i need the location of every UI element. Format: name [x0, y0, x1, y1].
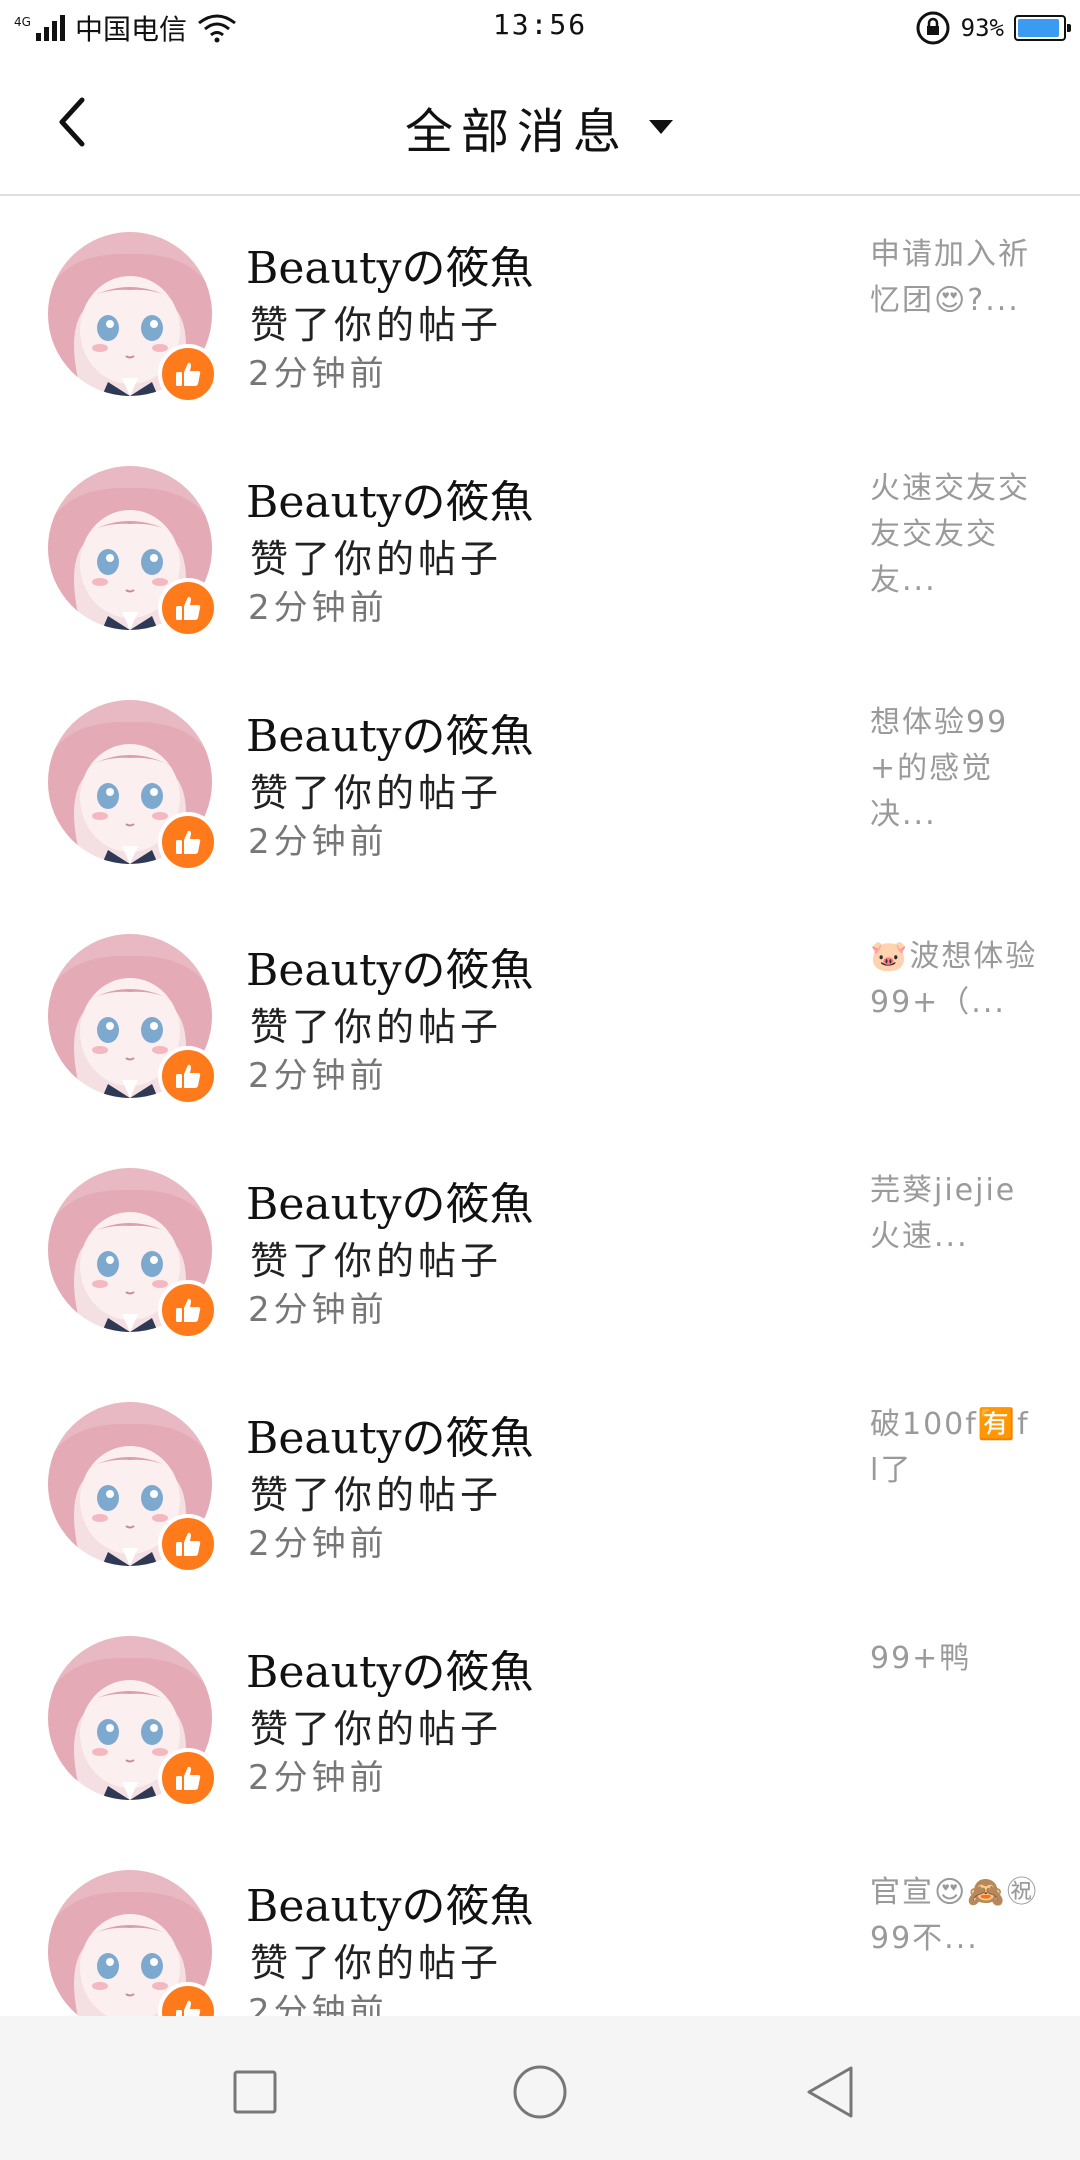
- message-sender-name[interactable]: Beautyの筱魚: [246, 700, 533, 764]
- like-badge: [158, 1514, 218, 1574]
- header: 全部消息: [0, 56, 1080, 196]
- message-action-text: 赞了你的帖子: [250, 303, 503, 347]
- thumbs-up-icon: [176, 1532, 201, 1556]
- message-sender-name[interactable]: Beautyの筱魚: [246, 232, 533, 296]
- thumbs-up-icon: [176, 830, 201, 854]
- triangle-back-icon: [807, 2066, 853, 2118]
- like-badge: [158, 1748, 218, 1808]
- rotation-lock-icon: [916, 11, 950, 45]
- square-icon: [233, 2070, 277, 2114]
- message-action-text: 赞了你的帖子: [250, 1707, 503, 1751]
- message-sender-name[interactable]: Beautyの筱魚: [246, 466, 533, 530]
- message-sender-name[interactable]: Beautyの筱魚: [246, 934, 533, 998]
- message-item[interactable]: Beautyの筱魚 赞了你的帖子 2分钟前 申请加入祈忆团😍?...: [0, 196, 1080, 430]
- message-time: 2分钟前: [248, 1524, 388, 1564]
- message-item[interactable]: Beautyの筱魚 赞了你的帖子 2分钟前 火速交友交友交友交友...: [0, 430, 1080, 664]
- message-item[interactable]: Beautyの筱魚 赞了你的帖子 2分钟前 破100f🈶fl了: [0, 1366, 1080, 1600]
- message-post-preview[interactable]: 火速交友交友交友交友...: [870, 466, 1040, 604]
- thumbs-up-icon: [176, 362, 201, 386]
- message-post-preview[interactable]: 芫葵jiejie火速...: [870, 1168, 1040, 1260]
- caret-down-icon: [649, 120, 673, 134]
- battery-percent: 93%: [960, 14, 1004, 42]
- like-badge: [158, 812, 218, 872]
- message-time: 2分钟前: [248, 354, 388, 394]
- thumbs-up-icon: [176, 1298, 201, 1322]
- message-post-preview[interactable]: 官宣😍🙈㊗99不...: [870, 1870, 1040, 1962]
- message-item[interactable]: Beautyの筱魚 赞了你的帖子 2分钟前 🐷波想体验99+（...: [0, 898, 1080, 1132]
- message-item[interactable]: Beautyの筱魚 赞了你的帖子 2分钟前 芫葵jiejie火速...: [0, 1132, 1080, 1366]
- message-action-text: 赞了你的帖子: [250, 771, 503, 815]
- message-time: 2分钟前: [248, 822, 388, 862]
- message-action-text: 赞了你的帖子: [250, 1239, 503, 1283]
- message-time: 2分钟前: [248, 1758, 388, 1798]
- message-sender-name[interactable]: Beautyの筱魚: [246, 1402, 533, 1466]
- message-sender-name[interactable]: Beautyの筱魚: [246, 1870, 533, 1934]
- recent-apps-button[interactable]: [215, 2052, 295, 2132]
- message-sender-name[interactable]: Beautyの筱魚: [246, 1168, 533, 1232]
- like-badge: [158, 344, 218, 404]
- like-badge: [158, 578, 218, 638]
- circle-icon: [513, 2065, 567, 2119]
- message-time: 2分钟前: [248, 588, 388, 628]
- message-item[interactable]: Beautyの筱魚 赞了你的帖子 2分钟前 想体验99+的感觉决...: [0, 664, 1080, 898]
- home-button[interactable]: [500, 2052, 580, 2132]
- status-bar: 4G 中国电信 13:56 93%: [0, 0, 1080, 56]
- message-post-preview[interactable]: 99+鸭: [870, 1636, 1040, 1682]
- message-sender-name[interactable]: Beautyの筱魚: [246, 1636, 533, 1700]
- like-badge: [158, 1046, 218, 1106]
- message-action-text: 赞了你的帖子: [250, 1941, 503, 1985]
- message-post-preview[interactable]: 想体验99+的感觉决...: [870, 700, 1040, 838]
- status-right: 93%: [915, 10, 1071, 46]
- message-time: 2分钟前: [248, 1290, 388, 1330]
- message-action-text: 赞了你的帖子: [250, 1005, 503, 1049]
- message-action-text: 赞了你的帖子: [250, 537, 503, 581]
- thumbs-up-icon: [176, 1064, 201, 1088]
- system-back-button[interactable]: [790, 2052, 870, 2132]
- system-nav-bar: [0, 2016, 1080, 2160]
- message-filter-dropdown[interactable]: 全部消息: [0, 92, 1080, 162]
- message-post-preview[interactable]: 🐷波想体验99+（...: [870, 934, 1040, 1026]
- message-time: 2分钟前: [248, 1056, 388, 1096]
- message-item[interactable]: Beautyの筱魚 赞了你的帖子 2分钟前 99+鸭: [0, 1600, 1080, 1834]
- battery-fill: [1018, 19, 1059, 37]
- message-post-preview[interactable]: 申请加入祈忆团😍?...: [870, 232, 1040, 324]
- message-action-text: 赞了你的帖子: [250, 1473, 503, 1517]
- page-title: 全部消息: [404, 104, 629, 160]
- message-list: Beautyの筱魚 赞了你的帖子 2分钟前 申请加入祈忆团😍?... Beaut…: [0, 196, 1080, 2068]
- thumbs-up-icon: [176, 1766, 201, 1790]
- like-badge: [158, 1280, 218, 1340]
- thumbs-up-icon: [176, 596, 201, 620]
- battery-icon: [1014, 15, 1071, 41]
- message-post-preview[interactable]: 破100f🈶fl了: [870, 1402, 1040, 1494]
